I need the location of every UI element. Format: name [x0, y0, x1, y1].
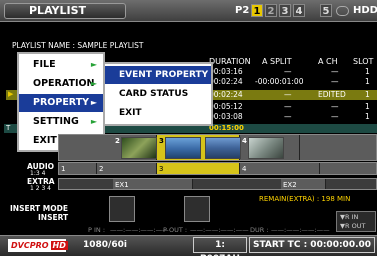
audio-segment-4[interactable]: 4: [240, 163, 320, 174]
col-slot: SLOT: [353, 57, 374, 66]
r-out-label: ▼R OUT: [340, 222, 366, 230]
slot-4-indicator: 4: [293, 4, 305, 17]
row-1-duration[interactable]: 00:03:16: [209, 67, 243, 77]
row-2-a-split: -00:00:01:00: [255, 77, 304, 86]
row-4-a-split: —: [284, 102, 292, 111]
audio-track[interactable]: 1 2 3 4: [58, 162, 377, 175]
row-3-a-ch: EDITED: [318, 90, 346, 99]
menu-item-operation-label: OPERATION: [33, 78, 95, 89]
row-2-slot: 1: [365, 77, 370, 86]
chevron-right-icon: ►: [90, 79, 97, 88]
page-title: PLAYLIST: [4, 3, 126, 19]
start-tc-label: START TC: [253, 240, 301, 250]
row-2-a-ch: —: [331, 77, 339, 86]
p-out-thumbnail: [184, 196, 210, 222]
menu-item-setting-label: SETTING: [33, 116, 79, 127]
r-in-label: ▼R IN: [340, 213, 359, 221]
start-tc-value: : 00:00:00.00: [303, 240, 372, 250]
hdd-icon: [336, 6, 349, 16]
p-out-value: ——:——:——:——: [190, 226, 249, 234]
p-in-thumbnail: [109, 196, 135, 222]
extra-channels: 1 2 3 4: [30, 185, 51, 192]
submenu-item-card-status[interactable]: CARD STATUS: [105, 85, 211, 103]
insert-mode-value[interactable]: INSERT: [38, 213, 68, 222]
audio-segment-3[interactable]: 3: [157, 163, 240, 174]
row-3-a-split: —: [284, 90, 292, 99]
col-duration: DURATION: [209, 57, 251, 66]
r-out-text: R OUT: [345, 222, 366, 230]
play-marker-icon: ▶: [8, 90, 14, 98]
p2-label: P2: [235, 5, 250, 16]
video-segment-2-number: 2: [115, 137, 120, 145]
menu-item-property-label: PROPERTY: [33, 97, 90, 108]
menu-item-property[interactable]: PROPERTY ►: [19, 94, 103, 112]
slot-2-indicator: 2: [265, 4, 277, 17]
submenu-item-event-property[interactable]: EVENT PROPERTY: [105, 66, 211, 84]
dur-value: ——:——:——:——: [271, 226, 330, 234]
extra-segment-ex1[interactable]: EX1: [113, 179, 193, 189]
menu-item-operation[interactable]: OPERATION ►: [19, 75, 103, 93]
menu-item-exit-label: EXIT: [33, 135, 57, 146]
slot-5-indicator: 5: [320, 4, 332, 17]
video-track[interactable]: 2 3 4: [58, 134, 377, 161]
chevron-right-icon: ►: [90, 117, 97, 126]
row-2-duration[interactable]: 00:02:24: [209, 77, 243, 87]
start-timecode: START TC : 00:00:00.00: [249, 237, 375, 253]
audio-channels: 1:3 4: [30, 170, 46, 177]
current-clip: 1: P007AH: [193, 237, 247, 256]
clip-thumbnail-4: [248, 137, 284, 159]
property-submenu: EVENT PROPERTY CARD STATUS EXIT: [103, 62, 213, 126]
slot-1-indicator: 1: [251, 4, 263, 17]
clip-thumbnail-3b: [205, 137, 241, 159]
menu-item-setting[interactable]: SETTING ►: [19, 113, 103, 131]
chevron-right-icon: ►: [90, 60, 97, 69]
codec-badge: DVCPRO HD: [8, 239, 68, 252]
dur-label: DUR :: [250, 226, 269, 234]
row-5-slot: 1: [365, 112, 370, 121]
total-prefix: T: [6, 124, 11, 132]
submenu-item-exit[interactable]: EXIT: [105, 104, 211, 122]
video-format: 1080/60i: [83, 240, 127, 250]
playlist-name: PLAYLIST NAME : SAMPLE PLAYLIST: [12, 41, 144, 50]
row-5-a-ch: —: [331, 112, 339, 121]
col-a-ch: A CH: [318, 57, 338, 66]
remain-extra: REMAIN(EXTRA) : 198 MIN: [259, 195, 351, 203]
row-1-slot: 1: [365, 67, 370, 76]
audio-segment-2[interactable]: 2: [97, 163, 157, 174]
video-segment-3-number: 3: [159, 137, 164, 145]
r-in-text: R IN: [345, 213, 359, 221]
slot-3-indicator: 3: [279, 4, 291, 17]
audio-segment-1[interactable]: 1: [59, 163, 97, 174]
row-3-duration[interactable]: 00:02:24: [209, 90, 243, 100]
insert-mode-label: INSERT MODE: [10, 204, 68, 213]
video-segment-4-number: 4: [242, 137, 247, 145]
row-1-a-split: —: [284, 67, 292, 76]
row-4-a-ch: —: [331, 102, 339, 111]
total-duration: 00:15:00: [209, 124, 244, 132]
row-4-slot: 1: [365, 102, 370, 111]
clip-thumbnail-2: [121, 137, 157, 159]
p-in-value: ——:——:——:——: [110, 226, 169, 234]
row-5-a-split: —: [284, 112, 292, 121]
p-out-label: P OUT :: [163, 226, 188, 234]
chevron-right-icon: ►: [90, 98, 97, 107]
extra-track[interactable]: EX1 EX2: [58, 178, 377, 190]
clip-thumbnail-3: [165, 137, 201, 159]
hdd-label: HDD: [353, 5, 377, 16]
menu-item-file[interactable]: FILE ►: [19, 56, 103, 74]
row-5-duration[interactable]: 00:03:08: [209, 112, 243, 122]
row-4-duration[interactable]: 00:05:12: [209, 102, 243, 112]
row-1-a-ch: —: [331, 67, 339, 76]
col-a-split: A SPLIT: [262, 57, 292, 66]
extra-segment-ex2[interactable]: EX2: [281, 179, 326, 189]
codec-hd: HD: [50, 241, 68, 250]
codec-name: DVCPRO: [11, 241, 49, 250]
row-3-slot: 1: [365, 90, 370, 99]
menu-item-file-label: FILE: [33, 59, 56, 70]
p-in-label: P IN :: [88, 226, 106, 234]
